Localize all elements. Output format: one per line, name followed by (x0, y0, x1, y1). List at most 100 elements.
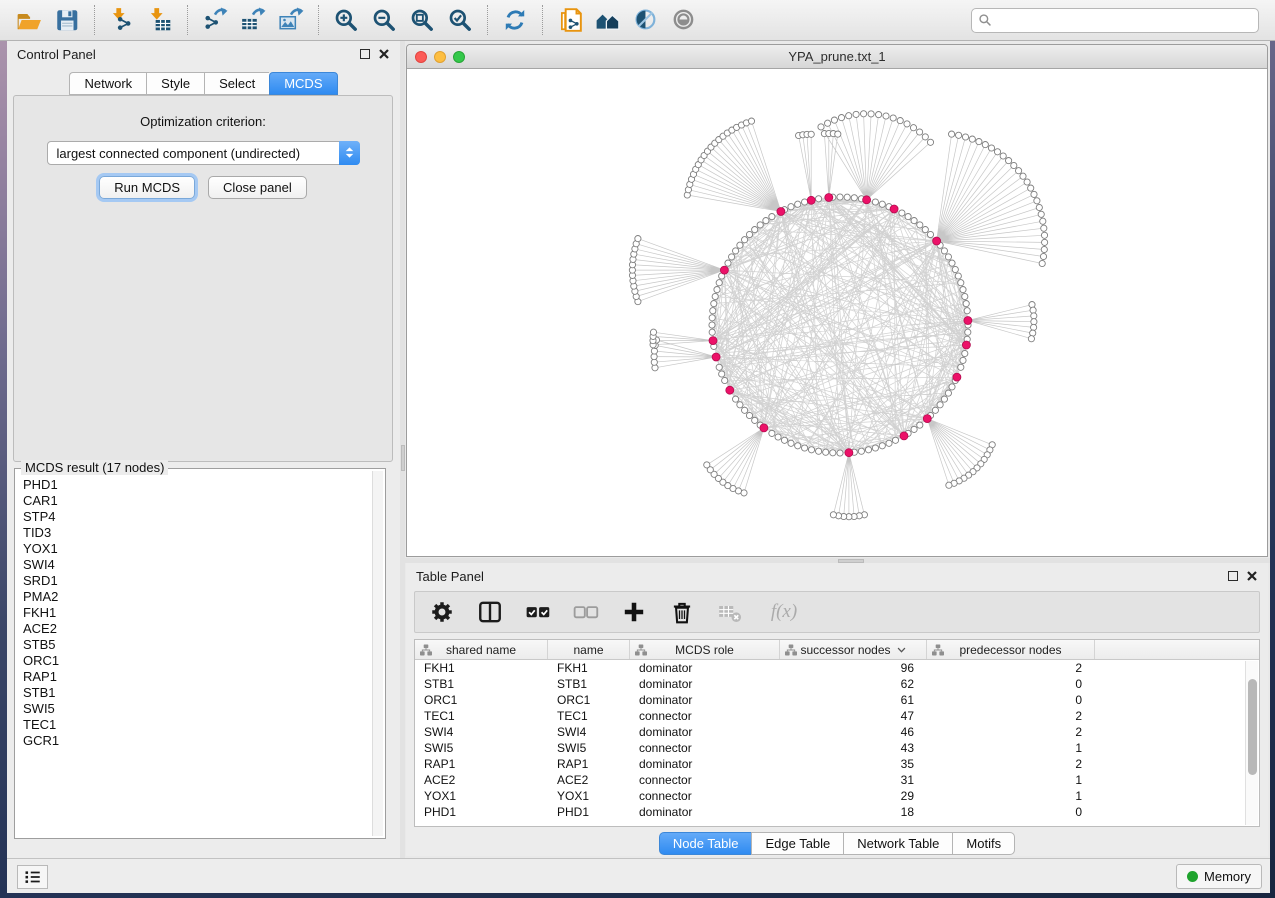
zoom-in-button[interactable] (327, 3, 365, 37)
table-cell: connector (630, 772, 780, 788)
table-row[interactable]: RAP1RAP1dominator352 (415, 756, 1245, 772)
delete-column-button[interactable] (669, 599, 695, 625)
mcds-result-item[interactable]: GCR1 (17, 733, 371, 749)
table-row[interactable]: FKH1FKH1dominator962 (415, 660, 1245, 676)
zoom-selected-button[interactable] (441, 3, 479, 37)
mcds-result-item[interactable]: SWI5 (17, 701, 371, 717)
mcds-result-item[interactable]: ORC1 (17, 653, 371, 669)
mcds-result-item[interactable]: ACE2 (17, 621, 371, 637)
toggle-graphics-details-button[interactable] (627, 3, 665, 37)
criterion-select[interactable]: largest connected component (undirected) (47, 141, 360, 165)
scrollbar-thumb[interactable] (1248, 679, 1257, 775)
graph-fan-leaves[interactable] (629, 111, 1047, 520)
table-cell: dominator (630, 676, 780, 692)
column-header-successor-nodes[interactable]: successor nodes (780, 640, 927, 659)
mcds-result-item[interactable]: RAP1 (17, 669, 371, 685)
column-header-predecessor-nodes[interactable]: predecessor nodes (927, 640, 1095, 659)
mcds-result-item[interactable]: CAR1 (17, 493, 371, 509)
table-cell: FKH1 (415, 660, 548, 676)
export-image-button[interactable] (272, 3, 310, 37)
select-stepper-icon (339, 141, 360, 165)
table-cell: 96 (780, 660, 927, 676)
refresh-button[interactable] (496, 3, 534, 37)
import-table-button[interactable] (141, 3, 179, 37)
mcds-result-item[interactable]: STB1 (17, 685, 371, 701)
table-cell: 2 (927, 724, 1095, 740)
settings-gear-button[interactable] (429, 599, 455, 625)
export-network-button[interactable] (196, 3, 234, 37)
network-window-titlebar[interactable]: YPA_prune.txt_1 (407, 45, 1267, 69)
table-row[interactable]: ORC1ORC1dominator610 (415, 692, 1245, 708)
network-canvas[interactable] (407, 69, 1267, 556)
tab-edge-table[interactable]: Edge Table (751, 832, 843, 855)
table-cell: SWI4 (548, 724, 630, 740)
table-row[interactable]: TEC1TEC1connector472 (415, 708, 1245, 724)
select-all-button[interactable] (525, 599, 551, 625)
splitter-grip-icon[interactable] (401, 445, 405, 471)
sort-descending-icon[interactable] (897, 647, 906, 653)
mcds-result-item[interactable]: PMA2 (17, 589, 371, 605)
network-home-button[interactable] (589, 3, 627, 37)
search-box[interactable] (971, 8, 1259, 33)
save-session-button[interactable] (48, 3, 86, 37)
tab-mcds[interactable]: MCDS (269, 72, 337, 95)
tab-network-table[interactable]: Network Table (843, 832, 952, 855)
mcds-result-item[interactable]: YOX1 (17, 541, 371, 557)
control-panel-tabs: NetworkStyleSelectMCDS (7, 72, 400, 95)
zoom-out-button[interactable] (365, 3, 403, 37)
export-table-button[interactable] (234, 3, 272, 37)
tab-select[interactable]: Select (204, 72, 269, 95)
deselect-all-button[interactable] (573, 599, 599, 625)
window-minimize-icon[interactable] (434, 51, 446, 63)
network-window-title: YPA_prune.txt_1 (788, 49, 885, 64)
table-cell: FKH1 (548, 660, 630, 676)
table-cell: PHD1 (548, 804, 630, 820)
window-close-icon[interactable] (415, 51, 427, 63)
tab-node-table[interactable]: Node Table (659, 832, 752, 855)
node-table: shared namenameMCDS rolesuccessor nodesp… (414, 639, 1260, 827)
table-cell: 2 (927, 660, 1095, 676)
float-panel-icon[interactable] (360, 49, 370, 59)
zoom-fit-button[interactable] (403, 3, 441, 37)
tab-motifs[interactable]: Motifs (952, 832, 1015, 855)
mcds-result-item[interactable]: PHD1 (17, 477, 371, 493)
mcds-result-item[interactable]: STB5 (17, 637, 371, 653)
column-header-shared-name[interactable]: shared name (415, 640, 548, 659)
mcds-result-item[interactable]: SWI4 (17, 557, 371, 573)
open-file-button[interactable] (10, 3, 48, 37)
table-row[interactable]: PHD1PHD1dominator180 (415, 804, 1245, 820)
column-header-MCDS-role[interactable]: MCDS role (630, 640, 780, 659)
mcds-result-item[interactable]: TEC1 (17, 717, 371, 733)
run-mcds-button[interactable]: Run MCDS (99, 176, 195, 199)
mcds-list-scrollbar[interactable] (372, 471, 383, 836)
mcds-result-item[interactable]: TID3 (17, 525, 371, 541)
splitter-grip-icon[interactable] (838, 559, 864, 563)
tab-network[interactable]: Network (69, 72, 146, 95)
table-row[interactable]: SWI4SWI4dominator462 (415, 724, 1245, 740)
table-scrollbar[interactable] (1245, 661, 1258, 825)
mcds-result-item[interactable]: FKH1 (17, 605, 371, 621)
mcds-result-item[interactable]: SRD1 (17, 573, 371, 589)
window-zoom-icon[interactable] (453, 51, 465, 63)
show-hide-button[interactable] (665, 3, 703, 37)
memory-button[interactable]: Memory (1176, 864, 1262, 889)
mcds-result-item[interactable]: STP4 (17, 509, 371, 525)
toolbar-separator (94, 5, 95, 35)
table-row[interactable]: YOX1YOX1connector291 (415, 788, 1245, 804)
table-row[interactable]: SWI5SWI5connector431 (415, 740, 1245, 756)
table-row[interactable]: ACE2ACE2connector311 (415, 772, 1245, 788)
add-column-button[interactable] (621, 599, 647, 625)
share-document-button[interactable] (551, 3, 589, 37)
table-toolbar: f(x) (414, 591, 1260, 633)
close-panel-button[interactable]: Close panel (208, 176, 307, 199)
search-input[interactable] (992, 13, 1252, 27)
close-panel-icon[interactable] (1246, 570, 1258, 582)
split-panel-button[interactable] (477, 599, 503, 625)
table-row[interactable]: STB1STB1dominator620 (415, 676, 1245, 692)
column-header-name[interactable]: name (548, 640, 630, 659)
import-network-button[interactable] (103, 3, 141, 37)
task-history-button[interactable] (17, 865, 48, 889)
close-panel-icon[interactable] (378, 48, 390, 60)
float-panel-icon[interactable] (1228, 571, 1238, 581)
tab-style[interactable]: Style (146, 72, 204, 95)
